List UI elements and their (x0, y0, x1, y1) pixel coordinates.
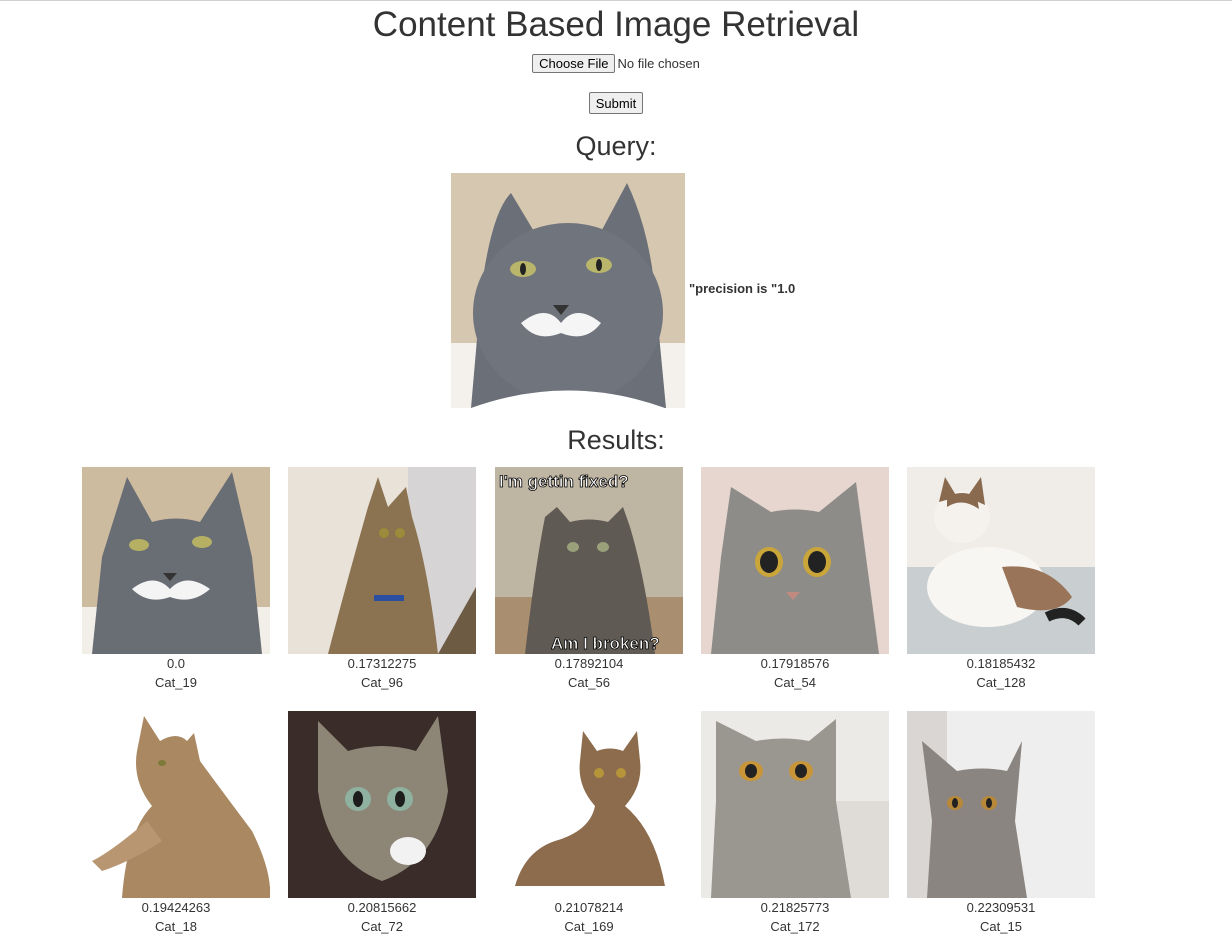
result-score: 0.17918576 (760, 656, 830, 671)
result-label: Cat_128 (976, 675, 1026, 690)
result-label: Cat_72 (361, 919, 403, 934)
meme-caption-top: I'm gettin fixed? (499, 472, 629, 491)
results-heading: Results: (567, 425, 665, 455)
submit-row: Submit (0, 92, 1232, 114)
top-divider (0, 0, 1232, 1)
meme-caption-bottom: Am I broken? (551, 634, 660, 653)
file-status-text: No file chosen (617, 56, 700, 72)
submit-button[interactable]: Submit (588, 92, 644, 114)
result-item: 0.17312275 Cat_96 (288, 467, 476, 692)
result-score: 0.21825773 (760, 900, 830, 915)
result-score: 0.22309531 (966, 900, 1036, 915)
result-item: 0.21078214 Cat_169 (495, 711, 683, 936)
result-score: 0.19424263 (141, 900, 211, 915)
result-score: 0.17312275 (347, 656, 417, 671)
result-item: 0.21825773 Cat_172 (701, 711, 889, 936)
query-heading: Query: (575, 131, 657, 161)
result-image-cat-72 (288, 711, 476, 898)
result-score: 0.18185432 (966, 656, 1036, 671)
result-item: 0.19424263 Cat_18 (82, 711, 270, 936)
choose-file-button[interactable]: Choose File (532, 54, 616, 74)
result-item: I'm gettin fixed? Am I broken? 0.1789210… (495, 467, 683, 692)
result-image-cat-56: I'm gettin fixed? Am I broken? (495, 467, 683, 654)
result-image-cat-172 (701, 711, 889, 898)
result-item: 0.17918576 Cat_54 (701, 467, 889, 692)
result-score: 0.17892104 (554, 656, 624, 671)
result-image-cat-128 (907, 467, 1095, 654)
file-upload-row: Choose File No file chosen (0, 53, 1232, 74)
result-label: Cat_54 (774, 675, 816, 690)
precision-text: "precision is "1.0 (689, 281, 796, 296)
result-image-cat-19 (82, 467, 270, 654)
result-item: 0.0 Cat_19 (82, 467, 270, 692)
result-label: Cat_56 (568, 675, 610, 690)
result-image-cat-18 (82, 711, 270, 898)
result-score: 0.0 (166, 656, 186, 671)
result-label: Cat_19 (155, 675, 197, 690)
result-label: Cat_169 (564, 919, 614, 934)
page-title: Content Based Image Retrieval (372, 5, 860, 44)
result-image-cat-54 (701, 467, 889, 654)
result-item: 0.22309531 Cat_15 (907, 711, 1095, 936)
result-image-cat-169 (495, 711, 683, 898)
result-label: Cat_15 (980, 919, 1022, 934)
result-label: Cat_172 (770, 919, 820, 934)
result-item: 0.18185432 Cat_128 (907, 467, 1095, 692)
result-image-cat-96 (288, 467, 476, 654)
result-image-cat-15 (907, 711, 1095, 898)
result-label: Cat_18 (155, 919, 197, 934)
result-item: 0.20815662 Cat_72 (288, 711, 476, 936)
result-label: Cat_96 (361, 675, 403, 690)
result-score: 0.21078214 (554, 900, 624, 915)
query-image (451, 173, 685, 408)
result-score: 0.20815662 (347, 900, 417, 915)
